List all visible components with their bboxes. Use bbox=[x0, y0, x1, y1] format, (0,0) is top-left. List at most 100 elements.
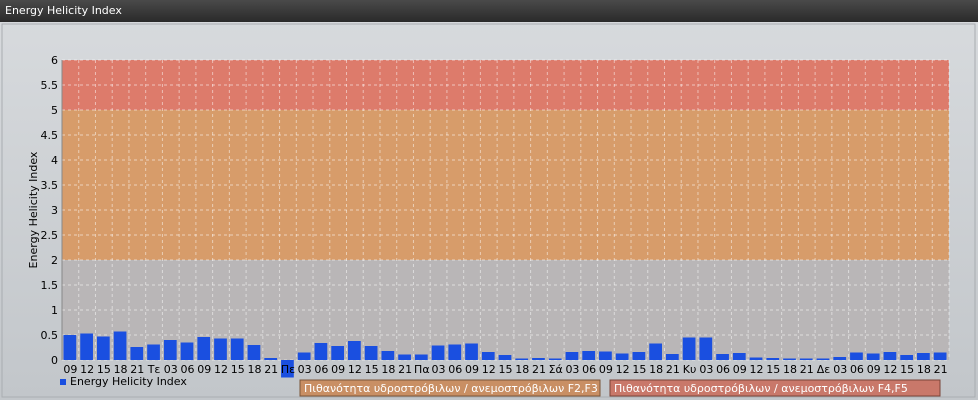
x-tick-label: 15 bbox=[365, 363, 379, 376]
x-tick-label: Πε bbox=[281, 363, 295, 376]
bar bbox=[599, 351, 612, 360]
x-tick-label: 18 bbox=[783, 363, 797, 376]
x-tick-label: 18 bbox=[247, 363, 261, 376]
chart-window: Energy Helicity Index 0 0.5 1 1.5 2 2.5 3 3.5 4 4… bbox=[0, 0, 978, 400]
x-tick-label: 09 bbox=[465, 363, 479, 376]
bar bbox=[113, 331, 127, 360]
x-tick-label: 03 bbox=[699, 363, 713, 376]
x-tick-label: 12 bbox=[214, 363, 228, 376]
bar bbox=[331, 346, 345, 360]
x-tick-label: 12 bbox=[348, 363, 362, 376]
band-legend-f2-f3-label: Πιθανότητα υδροστρόβιλων / ανεμοστρόβιλω… bbox=[304, 382, 598, 395]
bar bbox=[582, 351, 596, 360]
y-tick-label: 1.5 bbox=[41, 279, 59, 292]
y-tick-label: 3 bbox=[51, 204, 58, 217]
x-tick-label: Κυ bbox=[683, 363, 697, 376]
band-legend-f4-f5-label: Πιθανότητα υδροστρόβιλων / ανεμοστρόβιλω… bbox=[614, 382, 908, 395]
bar bbox=[214, 338, 227, 360]
x-tick-label: 18 bbox=[649, 363, 663, 376]
bar bbox=[481, 352, 495, 360]
bar bbox=[247, 345, 261, 360]
bar bbox=[314, 343, 328, 360]
bar bbox=[749, 357, 763, 360]
bar bbox=[381, 351, 395, 360]
bar bbox=[866, 353, 880, 360]
x-tick-label: 06 bbox=[582, 363, 596, 376]
x-tick-label: 18 bbox=[917, 363, 931, 376]
x-tick-label: 09 bbox=[867, 363, 881, 376]
x-tick-label: 06 bbox=[716, 363, 730, 376]
bar bbox=[532, 358, 545, 360]
bar bbox=[431, 345, 445, 360]
bar bbox=[649, 343, 662, 360]
legend-swatch bbox=[60, 379, 66, 385]
bar bbox=[264, 358, 278, 360]
bar bbox=[515, 358, 529, 360]
y-tick-label: 5.5 bbox=[41, 79, 59, 92]
x-tick-label: 21 bbox=[800, 363, 814, 376]
bar bbox=[900, 355, 914, 360]
x-tick-label: Πα bbox=[414, 363, 430, 376]
x-tick-label: 12 bbox=[750, 363, 764, 376]
x-tick-label: 21 bbox=[264, 363, 278, 376]
bar bbox=[565, 352, 579, 360]
x-tick-label: 03 bbox=[298, 363, 312, 376]
bar bbox=[783, 358, 796, 360]
x-tick-label: 15 bbox=[900, 363, 914, 376]
bar bbox=[448, 344, 462, 360]
bar bbox=[766, 358, 780, 360]
y-tick-label: 2 bbox=[51, 254, 58, 267]
bar bbox=[632, 352, 646, 360]
bar bbox=[799, 358, 813, 360]
x-tick-label: 09 bbox=[599, 363, 613, 376]
bar bbox=[498, 355, 512, 360]
x-tick-label: 15 bbox=[632, 363, 646, 376]
y-tick-label: 5 bbox=[51, 104, 58, 117]
y-tick-label: 0.5 bbox=[41, 329, 59, 342]
bar bbox=[130, 347, 144, 360]
bar bbox=[63, 335, 77, 360]
x-tick-label: 15 bbox=[766, 363, 780, 376]
bar bbox=[197, 337, 211, 360]
x-tick-label: Σά bbox=[549, 363, 563, 376]
x-tick-label: 06 bbox=[448, 363, 462, 376]
bar bbox=[833, 357, 847, 360]
x-tick-label: 12 bbox=[883, 363, 897, 376]
bar bbox=[414, 354, 428, 360]
bar bbox=[80, 333, 93, 360]
y-tick-label: 6 bbox=[51, 54, 58, 67]
bar bbox=[230, 338, 244, 360]
x-tick-label: 15 bbox=[499, 363, 513, 376]
y-axis-label: Energy Helicity Index bbox=[27, 151, 40, 268]
bar bbox=[398, 354, 411, 360]
y-tick-label: 4 bbox=[51, 154, 58, 167]
y-tick-label: 4.5 bbox=[41, 129, 59, 142]
bar bbox=[615, 353, 629, 360]
x-tick-label: 09 bbox=[331, 363, 345, 376]
bar bbox=[348, 341, 361, 360]
bar bbox=[816, 358, 830, 360]
x-tick-label: 21 bbox=[532, 363, 546, 376]
x-tick-label: 06 bbox=[850, 363, 864, 376]
y-tick-label: 3.5 bbox=[41, 179, 59, 192]
x-tick-label: 12 bbox=[482, 363, 496, 376]
x-tick-label: 15 bbox=[231, 363, 245, 376]
x-tick-label: 21 bbox=[666, 363, 680, 376]
bar bbox=[163, 340, 177, 360]
bar bbox=[297, 352, 311, 360]
y-tick-label: 1 bbox=[51, 304, 58, 317]
bar bbox=[665, 354, 679, 360]
bar bbox=[465, 343, 478, 360]
y-tick-label: 2.5 bbox=[41, 229, 59, 242]
bar bbox=[147, 344, 160, 360]
x-tick-label: 03 bbox=[432, 363, 446, 376]
bar bbox=[699, 337, 713, 360]
x-tick-label: 18 bbox=[381, 363, 395, 376]
y-tick-label: 0 bbox=[51, 354, 58, 367]
legend-label: Energy Helicity Index bbox=[70, 375, 187, 388]
bar bbox=[96, 336, 110, 360]
bar bbox=[917, 353, 930, 360]
x-tick-label: 03 bbox=[565, 363, 579, 376]
x-tick-label: 09 bbox=[197, 363, 211, 376]
x-tick-label: 18 bbox=[515, 363, 529, 376]
